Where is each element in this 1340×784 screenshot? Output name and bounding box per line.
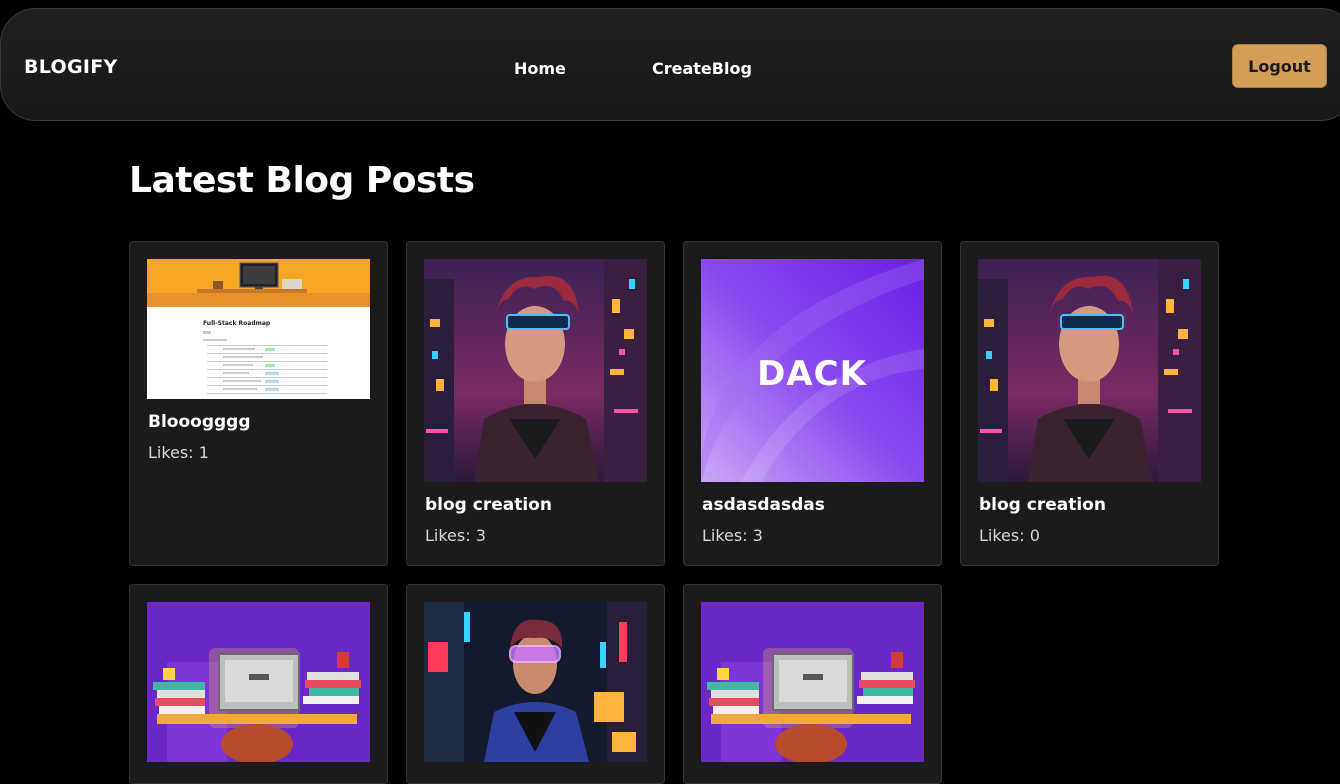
blog-thumbnail [424,259,647,482]
blog-title: Blooogggg [148,412,251,432]
blog-thumbnail [978,259,1201,482]
blog-likes: Likes: 0 [979,526,1040,545]
blog-card[interactable]: DACK asdasdasdas Likes: 3 [683,241,942,566]
blog-thumbnail [424,602,647,762]
blog-thumbnail: DACK [701,259,924,482]
dack-logo-text: DACK [757,354,867,394]
navbar: BLOGIFY Home CreateBlog Logout [0,8,1340,121]
roadmap-heading: Full-Stack Roadmap [203,320,271,327]
blog-title: asdasdasdas [702,495,825,515]
blog-likes: Likes: 1 [148,443,209,462]
blog-card[interactable]: blog creation Likes: 0 [960,241,1219,566]
blog-card[interactable]: blog creation Likes: 3 [406,241,665,566]
logout-button[interactable]: Logout [1232,44,1327,88]
page-title: Latest Blog Posts [129,160,475,201]
blog-card[interactable]: Full-Stack Roadmap Blooogggg Likes: 1 [129,241,388,566]
blog-card[interactable] [129,584,388,784]
nav-home-link[interactable]: Home [514,59,566,78]
blog-title: blog creation [425,495,552,515]
brand-logo[interactable]: BLOGIFY [24,56,118,78]
blog-thumbnail [701,602,924,762]
blog-card[interactable] [406,584,665,784]
nav-create-blog-link[interactable]: CreateBlog [652,59,752,78]
blog-likes: Likes: 3 [702,526,763,545]
blog-card[interactable] [683,584,942,784]
blog-thumbnail [147,602,370,762]
blog-likes: Likes: 3 [425,526,486,545]
blog-thumbnail: Full-Stack Roadmap [147,259,370,399]
blog-title: blog creation [979,495,1106,515]
